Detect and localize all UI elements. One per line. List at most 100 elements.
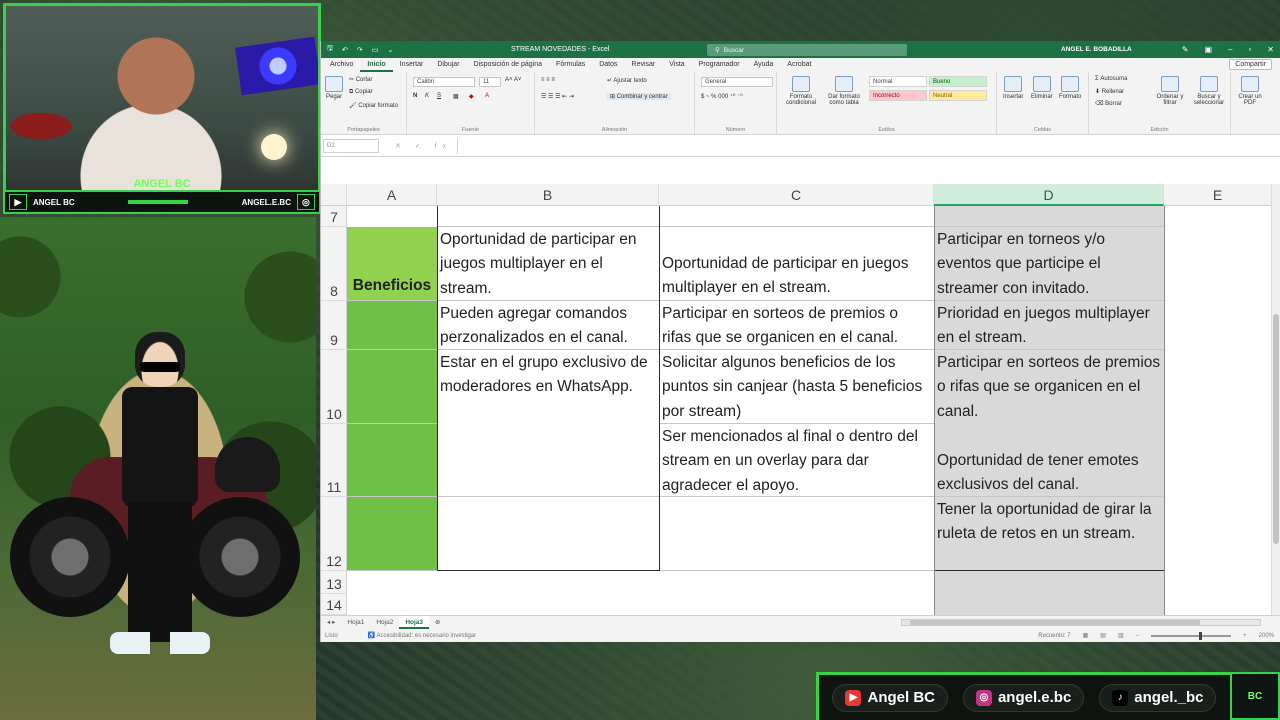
cell-c7[interactable] <box>659 206 934 227</box>
cell-c8[interactable]: Oportunidad de participar en juegos mult… <box>659 227 934 301</box>
page-break-icon[interactable]: ▥ <box>1118 632 1124 639</box>
cell-b11[interactable] <box>437 424 659 497</box>
currency-icon[interactable]: $ ~ % 000 ⁺⁰ ⁻⁰ <box>701 93 743 100</box>
cell-c10[interactable]: Solicitar algunos beneficios de los punt… <box>659 350 934 424</box>
fill-color-icon[interactable]: ◆ <box>469 93 474 100</box>
italic-icon[interactable]: K <box>425 93 429 99</box>
cell-c11[interactable]: Ser mencionados al final o dentro del st… <box>659 424 934 497</box>
column-header-b[interactable]: B <box>437 184 659 206</box>
cell-d12[interactable]: Tener la oportunidad de girar la ruleta … <box>934 497 1164 571</box>
redo-icon[interactable]: ↷ <box>357 46 363 54</box>
cell-b7[interactable] <box>437 206 659 227</box>
row-header-8[interactable]: 8 <box>321 227 347 301</box>
cell-d9[interactable]: Prioridad en juegos multiplayer en el st… <box>934 301 1164 350</box>
tab-dibujar[interactable]: Dibujar <box>430 58 466 72</box>
font-grow-icon[interactable]: A˄ A˅ <box>505 77 521 83</box>
zoom-out-icon[interactable]: − <box>1136 633 1140 639</box>
column-header-a[interactable]: A <box>347 184 437 206</box>
row-header-13[interactable]: 13 <box>321 571 347 594</box>
tab-ayuda[interactable]: Ayuda <box>747 58 781 72</box>
page-layout-icon[interactable]: ▤ <box>1100 632 1106 639</box>
cell-b9[interactable]: Pueden agregar comandos perzonalizados e… <box>437 301 659 350</box>
cell-a12[interactable] <box>347 497 437 571</box>
cell-a7[interactable] <box>347 206 437 227</box>
formula-input[interactable] <box>457 138 1268 154</box>
tab-formulas[interactable]: Fórmulas <box>549 58 592 72</box>
fill-button[interactable]: ⬇ Rellenar <box>1095 88 1124 95</box>
clear-button[interactable]: ⌫ Borrar <box>1095 100 1122 107</box>
vertical-scrollbar[interactable] <box>1271 184 1280 615</box>
cell-a10[interactable] <box>347 350 437 424</box>
merge-center-button[interactable]: ⊞ Combinar y centrar <box>607 93 671 100</box>
sheet-nav-icon[interactable]: ◂ ▸ <box>321 616 341 629</box>
paste-button[interactable]: Pegar <box>325 76 343 100</box>
cell-a11[interactable] <box>347 424 437 497</box>
cell-c9[interactable]: Participar en sorteos de premios o rifas… <box>659 301 934 350</box>
row-header-14[interactable]: 14 <box>321 594 347 615</box>
row-header-11[interactable]: 11 <box>321 424 347 497</box>
cut-button[interactable]: ✂ Cortar <box>349 76 372 83</box>
cell-d11[interactable]: Oportunidad de tener emotes exclusivos d… <box>934 424 1164 497</box>
row-header-12[interactable]: 12 <box>321 497 347 571</box>
user-name[interactable]: ANGEL E. BOBADILLA <box>1061 46 1132 53</box>
column-header-c[interactable]: C <box>659 184 934 206</box>
style-normal[interactable]: Normal <box>869 76 927 87</box>
tab-inicio[interactable]: Inicio <box>360 58 393 72</box>
find-select-button[interactable]: Buscar y seleccionar <box>1189 76 1229 106</box>
borders-icon[interactable]: ▦ <box>453 93 459 100</box>
cell-a8[interactable]: Beneficios <box>347 227 437 301</box>
tab-revisar[interactable]: Revisar <box>625 58 663 72</box>
search-box[interactable]: ⚲ Buscar <box>707 44 907 56</box>
horizontal-scrollbar[interactable] <box>901 619 1261 626</box>
cell-b8[interactable]: Oportunidad de participar en juegos mult… <box>437 227 659 301</box>
maximize-icon[interactable]: ▫ <box>1248 45 1251 54</box>
insert-cells-button[interactable]: Insertar <box>1003 76 1023 100</box>
select-all-corner[interactable] <box>321 184 347 206</box>
create-pdf-button[interactable]: Crear un PDF <box>1235 76 1265 106</box>
sort-filter-button[interactable]: Ordenar y filtrar <box>1153 76 1187 106</box>
cell-d14[interactable] <box>934 594 1164 615</box>
align-left-icon[interactable]: ☰ ☰ ☰ ⇤ ⇥ <box>541 93 574 100</box>
minimize-icon[interactable]: – <box>1228 45 1232 54</box>
tab-insertar[interactable]: Insertar <box>393 58 431 72</box>
normal-view-icon[interactable]: ▦ <box>1083 632 1089 639</box>
font-size-select[interactable]: 11 <box>479 77 501 87</box>
tab-acrobat[interactable]: Acrobat <box>780 58 818 72</box>
pen-icon[interactable]: ✎ <box>1182 45 1189 54</box>
cell-d7[interactable] <box>934 206 1164 227</box>
tab-programador[interactable]: Programador <box>692 58 747 72</box>
cell-a9[interactable] <box>347 301 437 350</box>
row-header-7[interactable]: 7 <box>321 206 347 227</box>
name-box[interactable]: D2 <box>323 138 379 153</box>
column-header-d[interactable]: D <box>934 184 1164 206</box>
style-incorrecto[interactable]: Incorrecto <box>869 90 927 101</box>
font-color-icon[interactable]: A <box>485 93 489 99</box>
autosave-icon[interactable]: 🖫 <box>327 44 333 55</box>
zoom-slider[interactable] <box>1151 631 1232 640</box>
cell-d13[interactable] <box>934 571 1164 594</box>
accessibility-status[interactable]: ♿ Accesibilidad: es necesario investigar <box>368 632 477 639</box>
sheet-tab-hoja3[interactable]: Hoja3 <box>399 616 430 629</box>
undo-icon[interactable]: ↶ <box>342 46 348 54</box>
conditional-format-button[interactable]: Formato condicional <box>783 76 819 106</box>
horizontal-scroll-thumb[interactable] <box>910 620 1200 625</box>
underline-icon[interactable]: S <box>437 93 441 99</box>
style-neutral[interactable]: Neutral <box>929 90 987 101</box>
bold-icon[interactable]: N <box>413 93 417 99</box>
delete-cells-button[interactable]: Eliminar <box>1031 76 1053 100</box>
cell-d10[interactable]: Participar en sorteos de premios o rifas… <box>934 350 1164 424</box>
row-header-10[interactable]: 10 <box>321 350 347 424</box>
zoom-knob[interactable] <box>1199 631 1203 640</box>
cell-b10[interactable]: Estar en el grupo exclusivo de moderador… <box>437 350 659 424</box>
wrap-text-button[interactable]: ↵ Ajustar texto <box>607 77 647 84</box>
cell-d8[interactable]: Participar en torneos y/o eventos que pa… <box>934 227 1164 301</box>
autosum-button[interactable]: Σ Autosuma <box>1095 76 1127 82</box>
style-bueno[interactable]: Bueno <box>929 76 987 87</box>
tab-datos[interactable]: Datos <box>592 58 624 72</box>
fx-icon[interactable]: ✕ ✓ fx <box>395 142 452 150</box>
format-cells-button[interactable]: Formato <box>1059 76 1081 100</box>
vertical-scroll-thumb[interactable] <box>1273 314 1279 544</box>
number-format-select[interactable]: General <box>701 77 773 87</box>
format-table-button[interactable]: Dar formato como tabla <box>823 76 865 106</box>
align-top-icon[interactable]: ≡ ≡ ≡ <box>541 77 555 83</box>
